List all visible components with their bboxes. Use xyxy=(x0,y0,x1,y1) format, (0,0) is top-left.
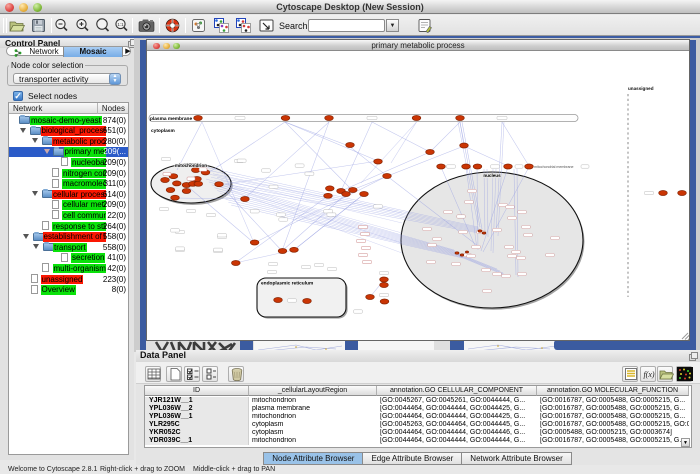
svg-text:endoplasmic reticulum: endoplasmic reticulum xyxy=(261,281,313,287)
svg-text:mitochondrion: mitochondrion xyxy=(175,163,207,168)
svg-text:1:1: 1:1 xyxy=(117,22,124,27)
svg-text:cytoplasm: cytoplasm xyxy=(151,128,175,134)
svg-text:f(x): f(x) xyxy=(643,370,654,379)
svg-text:plasma membrane: plasma membrane xyxy=(150,116,192,122)
svg-text:unassigned: unassigned xyxy=(628,86,654,91)
svg-text:nucleus: nucleus xyxy=(483,173,501,178)
svg-text:mitochondrial membrane: mitochondrial membrane xyxy=(534,165,574,169)
